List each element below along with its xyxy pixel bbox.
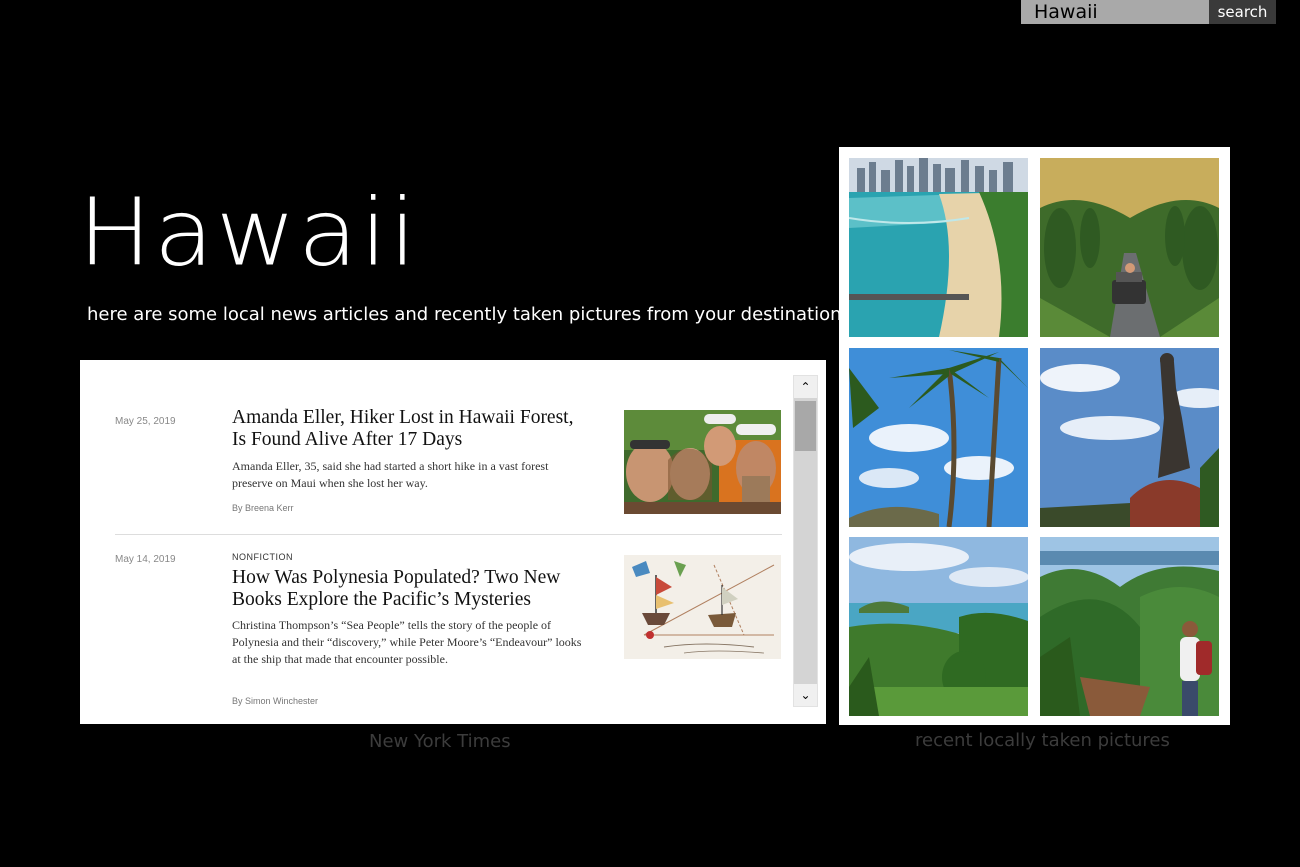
ship-sketch-illustration[interactable] [624,555,781,659]
scroll-track[interactable] [794,398,817,684]
search-input[interactable] [1021,0,1209,24]
photos-caption: recent locally taken pictures [915,730,1170,751]
news-panel: May 25, 2019 Amanda Eller, Hiker Lost in… [80,360,826,724]
photo-grid [839,147,1230,725]
article-date: May 14, 2019 [115,554,176,565]
news-caption: New York Times [369,731,511,752]
article-headline[interactable]: Amanda Eller, Hiker Lost in Hawaii Fores… [232,407,592,451]
jeep-road-photo[interactable] [1040,158,1219,337]
scroll-down-icon[interactable]: ⌄ [794,684,817,706]
article-kicker: NONFICTION [232,552,293,562]
article-headline[interactable]: How Was Polynesia Populated? Two New Boo… [232,567,592,611]
article-byline: By Simon Winchester [232,696,319,706]
page-title: Hawaii [78,178,419,288]
search-button[interactable]: search [1209,0,1276,24]
article-date: May 25, 2019 [115,416,176,427]
hikers-selfie-photo[interactable] [624,410,781,514]
news-scrollbar[interactable]: ⌃ ⌄ [793,375,818,707]
article-summary: Christina Thompson’s “Sea People” tells … [232,618,582,666]
article-divider [115,534,782,535]
scroll-thumb[interactable] [795,401,816,451]
beach-city-photo[interactable] [849,158,1028,337]
palm-trees-photo[interactable] [849,348,1028,527]
article-byline: By Breena Kerr [232,503,294,513]
search-bar: search [1021,0,1276,24]
scroll-up-icon[interactable]: ⌃ [794,376,817,398]
article-summary: Amanda Eller, 35, said she had started a… [232,459,549,490]
buddha-statue-photo[interactable] [1040,348,1219,527]
mountain-hike-photo[interactable] [1040,537,1219,716]
page-subtitle: here are some local news articles and re… [87,304,842,325]
coast-view-photo[interactable] [849,537,1028,716]
